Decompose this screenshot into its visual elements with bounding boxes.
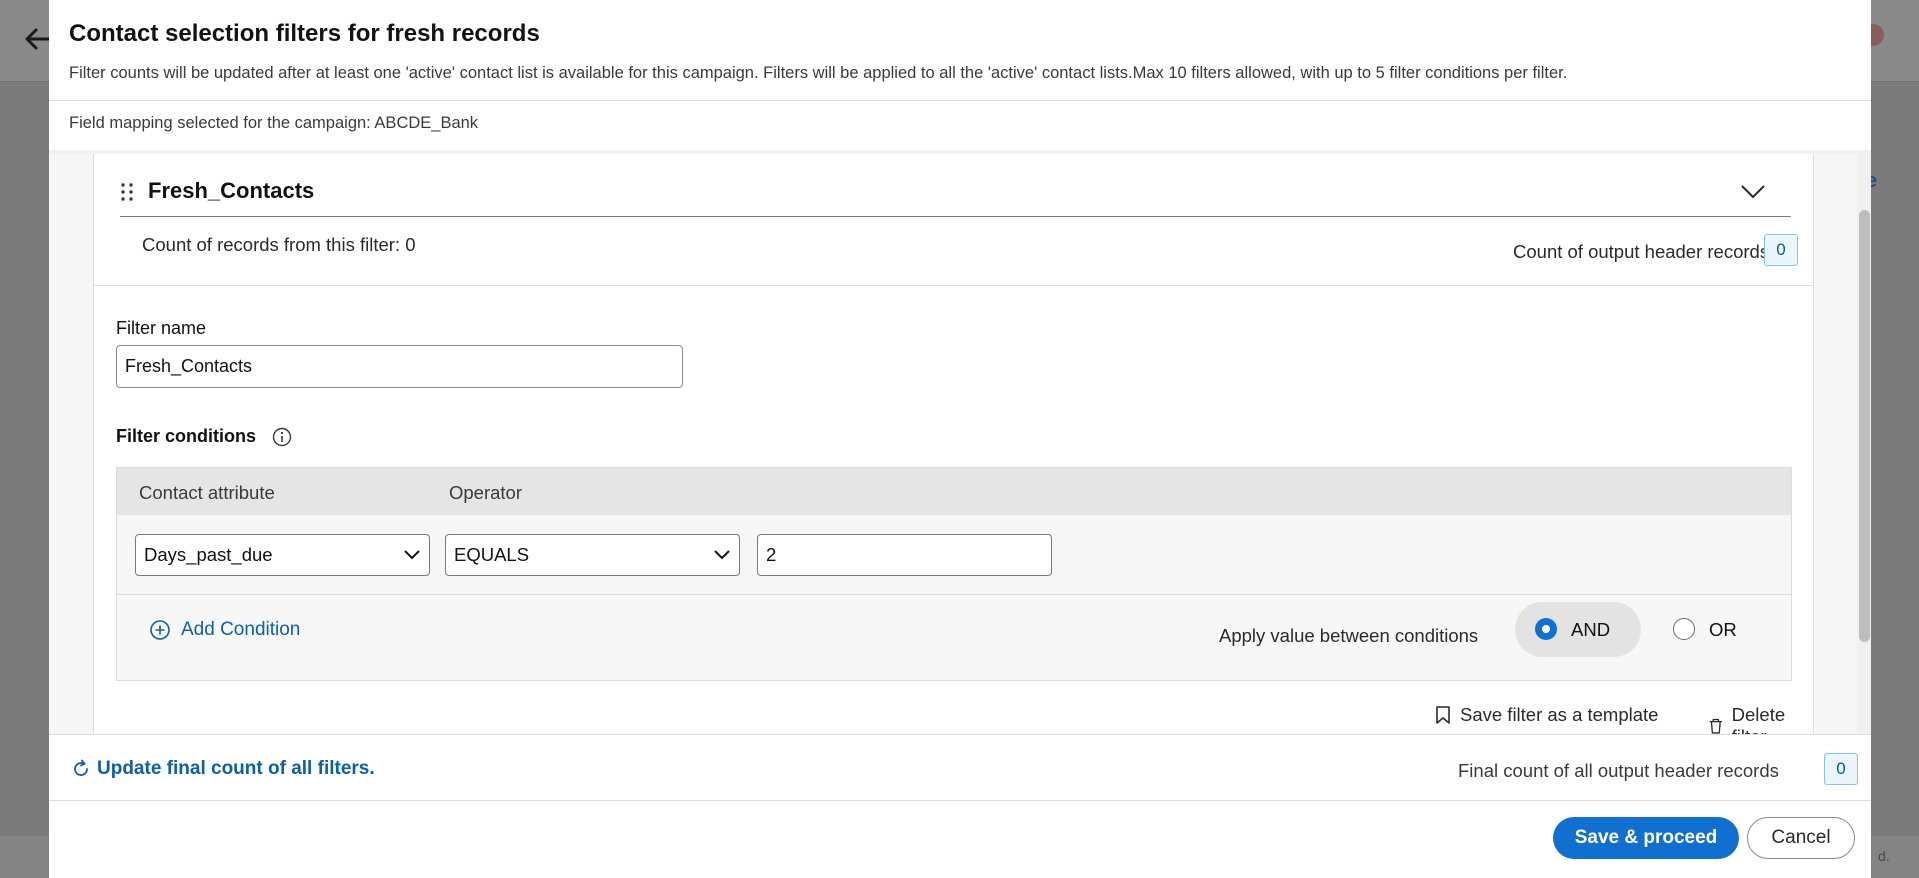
background-footer-text: d. [1878,848,1890,864]
drag-handle-icon[interactable] [120,182,134,202]
column-operator: Operator [449,482,523,503]
attribute-select[interactable]: Days_past_due [135,534,430,576]
final-count-badge: 0 [1824,753,1858,785]
header-divider [120,216,1791,217]
delete-filter-button[interactable]: Delete filter [1708,704,1813,734]
save-proceed-button[interactable]: Save & proceed [1553,817,1739,859]
modal-title: Contact selection filters for fresh reco… [69,20,540,47]
conditions-header: Contact attribute Operator [117,468,1791,515]
filter-modal: Contact selection filters for fresh reco… [49,0,1871,878]
attribute-select-value: Days_past_due [144,544,273,565]
add-condition-button[interactable]: Add Condition [149,619,300,641]
refresh-icon [74,759,88,776]
save-template-label: Save filter as a template [1460,704,1659,725]
scrollbar-thumb[interactable] [1859,210,1870,642]
filter-conditions-label: Filter conditions [116,426,257,446]
apply-logic-label: Apply value between conditions [1219,625,1479,646]
filter-card-header: Fresh_Contacts Count of records from thi… [94,154,1813,286]
or-label: OR [1709,619,1737,640]
radio-unselected-icon [1673,618,1695,640]
add-condition-label: Add Condition [181,619,301,640]
update-count-link[interactable]: Update final count of all filters. [71,758,375,780]
operator-select[interactable]: EQUALS [445,534,740,576]
update-count-label: Update final count of all filters. [97,758,375,779]
and-radio[interactable]: AND [1515,602,1641,657]
modal-description: Filter counts will be updated after at l… [69,64,1568,82]
or-radio[interactable]: OR [1653,602,1753,657]
trash-icon [1709,718,1722,734]
chevron-down-icon [404,550,420,560]
conditions-table: Contact attribute Operator Days_past_due… [116,467,1792,681]
final-count-label: Final count of all output header records [1458,760,1779,781]
chevron-down-icon [714,550,730,560]
output-count-badge: 0 [1764,234,1798,266]
filters-scroll-area[interactable]: Fresh_Contacts Count of records from thi… [49,154,1871,734]
info-icon[interactable] [272,427,292,447]
save-template-button[interactable]: Save filter as a template [1434,704,1658,726]
filter-card: Fresh_Contacts Count of records from thi… [93,154,1814,734]
filter-name-input[interactable] [116,345,683,388]
column-contact-attribute: Contact attribute [139,482,275,503]
radio-selected-icon [1535,618,1557,640]
and-label: AND [1571,619,1611,640]
final-count-bar: Update final count of all filters. Final… [49,734,1871,801]
modal-header: Contact selection filters for fresh reco… [49,0,1871,101]
condition-row: Days_past_due EQUALS [117,515,1791,595]
operator-select-value: EQUALS [454,544,530,565]
bookmark-icon [1436,706,1450,724]
cancel-button[interactable]: Cancel [1747,817,1855,859]
filter-record-count: Count of records from this filter: 0 [142,234,416,255]
output-count-label: Count of output header records [1513,241,1770,262]
chevron-down-icon[interactable] [1740,180,1766,202]
plus-circle-icon [150,620,170,640]
filter-title: Fresh_Contacts [148,178,315,203]
delete-filter-label: Delete filter [1731,704,1786,734]
back-arrow-icon[interactable] [22,24,52,54]
modal-footer: Save & proceed Cancel [49,801,1871,878]
field-mapping-text: Field mapping selected for the campaign:… [69,114,479,132]
filter-name-label: Filter name [116,318,207,338]
condition-value-input[interactable] [757,534,1052,576]
